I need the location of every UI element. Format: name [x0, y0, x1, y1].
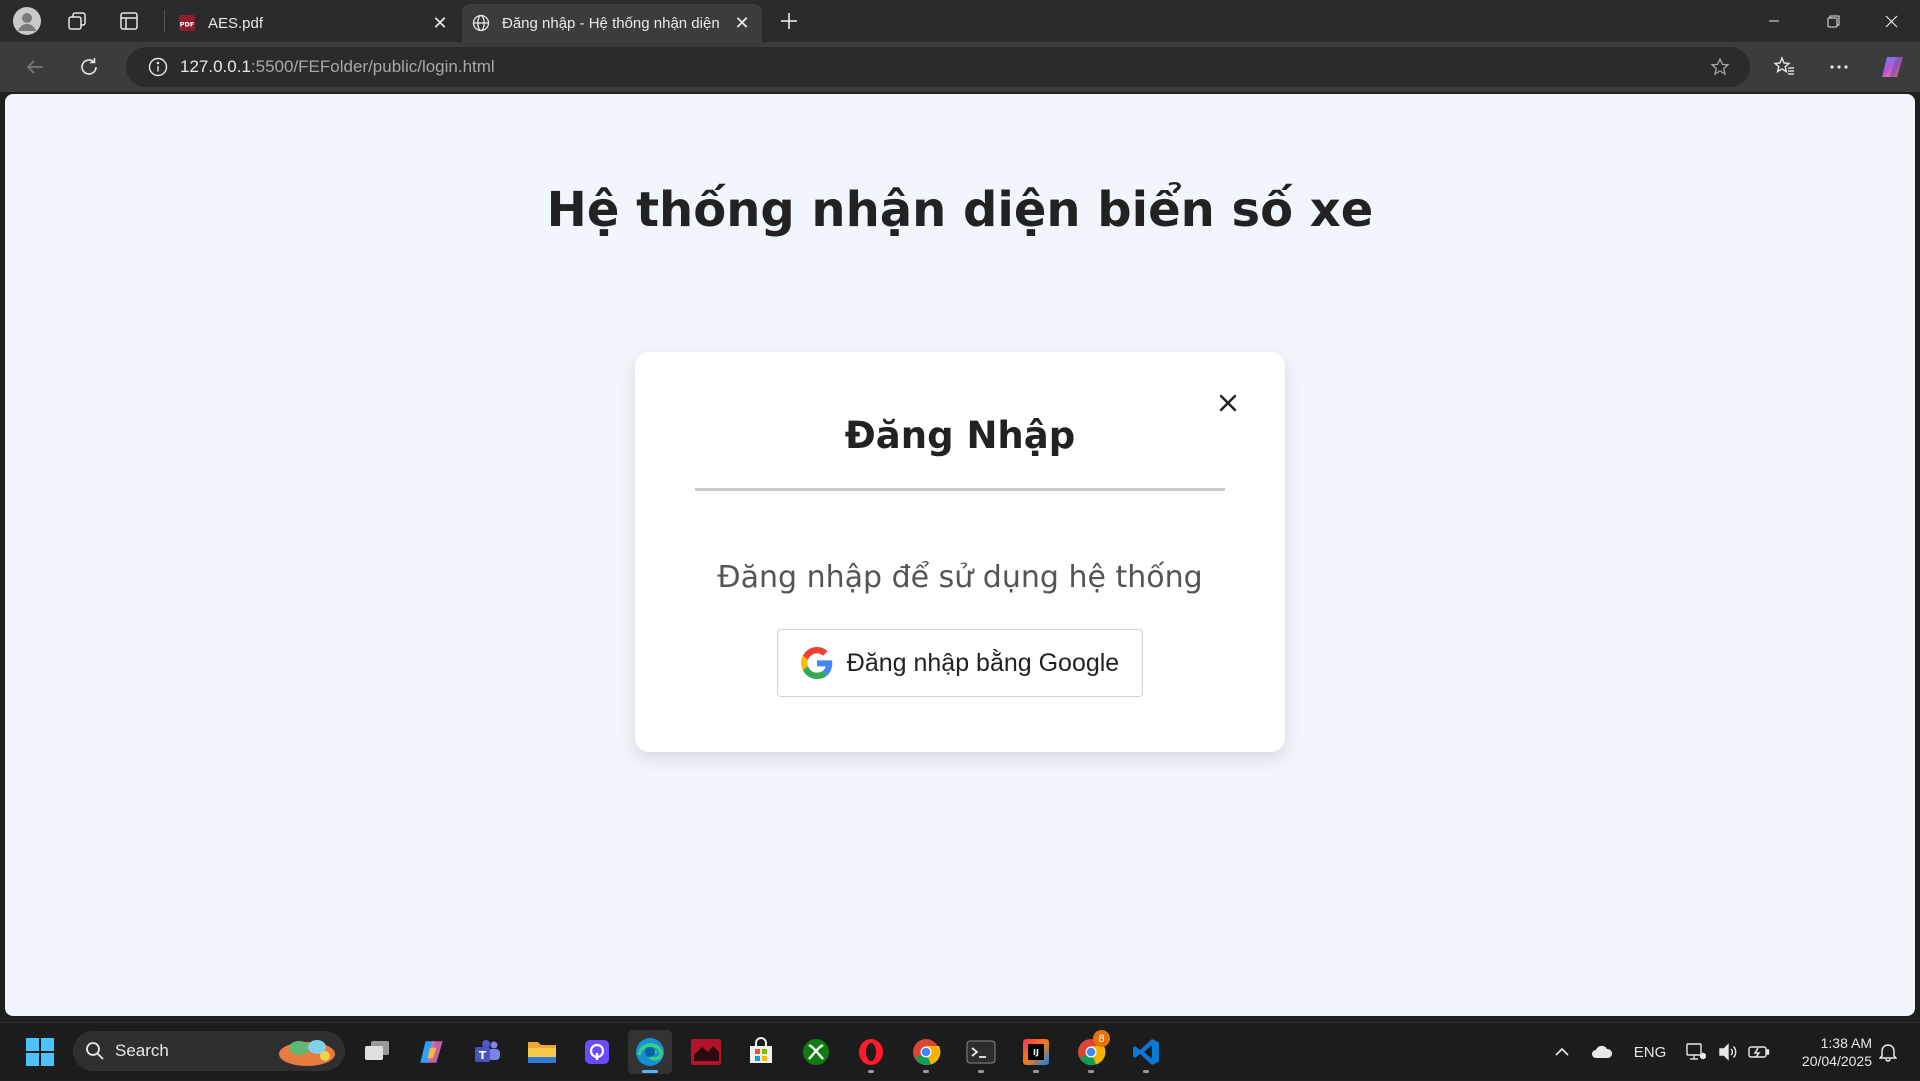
svg-text:T: T [479, 1049, 487, 1062]
terminal-icon[interactable] [959, 1030, 1003, 1074]
browser-toolbar: 127.0.0.1:5500/FEFolder/public/login.htm… [0, 42, 1920, 92]
proton-pass-icon[interactable] [575, 1030, 619, 1074]
edge-browser-icon[interactable] [628, 1030, 672, 1074]
opera-icon[interactable] [849, 1030, 893, 1074]
page-content: Hệ thống nhận diện biển số xe Đăng Nhập … [5, 94, 1915, 1016]
tab-aes-pdf[interactable]: PDF AES.pdf ✕ [168, 4, 460, 42]
game-app-icon[interactable] [684, 1030, 728, 1074]
tab-separator [164, 10, 165, 32]
svg-text:PDF: PDF [180, 21, 195, 29]
tab-close-icon[interactable]: ✕ [426, 9, 454, 37]
network-icon[interactable] [1682, 1023, 1710, 1081]
task-view-icon[interactable] [355, 1030, 399, 1074]
tab-title: Đăng nhập - Hệ thống nhận diện [502, 14, 720, 32]
minimize-icon[interactable] [1745, 0, 1803, 42]
teams-icon[interactable]: T [465, 1030, 509, 1074]
back-icon[interactable] [14, 46, 56, 88]
favorite-star-icon[interactable] [1708, 55, 1732, 79]
language-indicator[interactable]: ENG [1630, 1023, 1670, 1081]
globe-icon [472, 14, 490, 32]
close-window-icon[interactable] [1862, 0, 1920, 42]
chrome-profile-icon[interactable]: 8 [1069, 1030, 1113, 1074]
file-explorer-icon[interactable] [520, 1030, 564, 1074]
clock-date: 20/04/2025 [1801, 1053, 1872, 1069]
windows-start-icon[interactable] [18, 1030, 62, 1074]
workspaces-icon[interactable] [56, 0, 98, 42]
onedrive-cloud-icon[interactable] [1586, 1023, 1618, 1081]
search-label: Search [115, 1041, 169, 1060]
modal-heading: Đăng Nhập [844, 414, 1076, 457]
new-tab-icon[interactable] [768, 0, 810, 42]
favorites-icon[interactable] [1763, 46, 1805, 88]
notifications-bell-icon[interactable] [1874, 1023, 1902, 1081]
google-logo-icon [800, 647, 833, 679]
more-options-icon[interactable] [1818, 46, 1860, 88]
vertical-tabs-icon[interactable] [108, 0, 150, 42]
taskbar-search-box[interactable]: Search [73, 1031, 345, 1071]
show-hidden-icons-chevron-up-icon[interactable] [1548, 1023, 1576, 1081]
copilot-taskbar-icon[interactable] [410, 1030, 454, 1074]
profile-avatar-icon[interactable] [6, 0, 48, 42]
address-bar[interactable]: 127.0.0.1:5500/FEFolder/public/login.htm… [126, 47, 1750, 87]
tab-login[interactable]: Đăng nhập - Hệ thống nhận diện ✕ [462, 4, 762, 42]
tab-close-icon[interactable]: ✕ [728, 9, 756, 37]
modal-subtitle: Đăng nhập để sử dụng hệ thống [717, 560, 1203, 595]
chrome-icon[interactable] [904, 1030, 948, 1074]
volume-icon[interactable] [1714, 1023, 1742, 1081]
clock[interactable]: 1:38 AM 20/04/2025 [1780, 1023, 1872, 1081]
url-text: 127.0.0.1:5500/FEFolder/public/login.htm… [180, 57, 495, 76]
modal-divider [695, 488, 1225, 491]
google-login-button[interactable]: Đăng nhập bằng Google [777, 629, 1143, 697]
tab-title: AES.pdf [208, 14, 264, 32]
search-icon [85, 1041, 105, 1061]
clock-time: 1:38 AM [1820, 1035, 1872, 1051]
intellij-icon[interactable]: IJ [1014, 1030, 1058, 1074]
xbox-icon[interactable] [794, 1030, 838, 1074]
page-title: Hệ thống nhận diện biển số xe [546, 182, 1374, 238]
tab-strip: PDF AES.pdf ✕ Đăng nhập - Hệ thống nhận … [0, 0, 1920, 42]
svg-text:IJ: IJ [1033, 1048, 1039, 1057]
google-login-label: Đăng nhập bằng Google [846, 648, 1120, 677]
notification-badge: 8 [1093, 1030, 1110, 1047]
vscode-icon[interactable] [1124, 1030, 1168, 1074]
battery-charging-icon[interactable] [1744, 1023, 1774, 1081]
windows-taskbar: Search T IJ 8 ENG 1:38 AM 20/04/2025 [0, 1022, 1920, 1080]
copilot-icon[interactable] [1872, 46, 1914, 88]
login-modal: Đăng Nhập Đăng nhập để sử dụng hệ thống … [635, 352, 1285, 752]
microsoft-store-icon[interactable] [739, 1030, 783, 1074]
search-highlight-image-icon [275, 1034, 339, 1068]
refresh-icon[interactable] [68, 46, 110, 88]
site-info-icon[interactable] [146, 55, 170, 79]
restore-icon[interactable] [1804, 0, 1862, 42]
pdf-icon: PDF [178, 14, 196, 32]
